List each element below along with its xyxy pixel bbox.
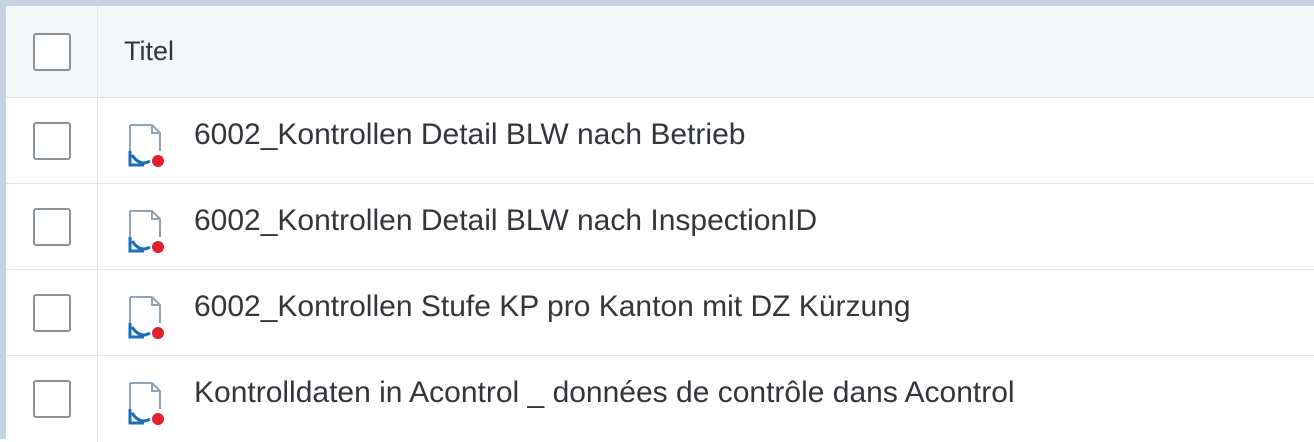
row-title[interactable]: 6002_Kontrollen Detail BLW nach Inspecti… — [194, 204, 817, 238]
document-icon — [128, 123, 164, 167]
row-select-cell — [6, 98, 98, 183]
row-checkbox[interactable] — [32, 380, 71, 418]
row-title[interactable]: Kontrolldaten in Acontrol _ données de c… — [194, 376, 1015, 410]
row-checkbox[interactable] — [32, 121, 71, 160]
row-title-cell[interactable]: 6002_Kontrollen Detail BLW nach Betrieb — [98, 98, 1314, 183]
document-icon — [128, 382, 164, 425]
row-title-cell[interactable]: Kontrolldaten in Acontrol _ données de c… — [98, 356, 1314, 442]
title-column-header[interactable]: Titel — [98, 6, 1314, 97]
table-row[interactable]: 6002_Kontrollen Detail BLW nach Betrieb — [6, 98, 1314, 184]
row-select-cell — [6, 270, 98, 355]
row-title-cell[interactable]: 6002_Kontrollen Stufe KP pro Kanton mit … — [98, 270, 1314, 355]
row-checkbox[interactable] — [32, 293, 71, 332]
table-row[interactable]: 6002_Kontrollen Detail BLW nach Inspecti… — [6, 184, 1314, 270]
row-title[interactable]: 6002_Kontrollen Stufe KP pro Kanton mit … — [194, 290, 911, 324]
title-column-label: Titel — [124, 36, 175, 66]
row-checkbox[interactable] — [32, 207, 71, 246]
row-title[interactable]: 6002_Kontrollen Detail BLW nach Betrieb — [194, 118, 745, 152]
select-all-cell — [6, 6, 98, 97]
table-row[interactable]: 6002_Kontrollen Stufe KP pro Kanton mit … — [6, 270, 1314, 356]
row-title-cell[interactable]: 6002_Kontrollen Detail BLW nach Inspecti… — [98, 184, 1314, 269]
document-icon — [128, 295, 164, 339]
row-select-cell — [6, 184, 98, 269]
table-row[interactable]: Kontrolldaten in Acontrol _ données de c… — [6, 356, 1314, 442]
table-header-row: Titel — [6, 6, 1314, 98]
document-icon — [128, 209, 164, 253]
row-select-cell — [6, 356, 98, 442]
documents-table: Titel 6002_Kontrollen Detail BLW nach Be… — [0, 0, 1314, 442]
select-all-checkbox[interactable] — [32, 32, 71, 71]
